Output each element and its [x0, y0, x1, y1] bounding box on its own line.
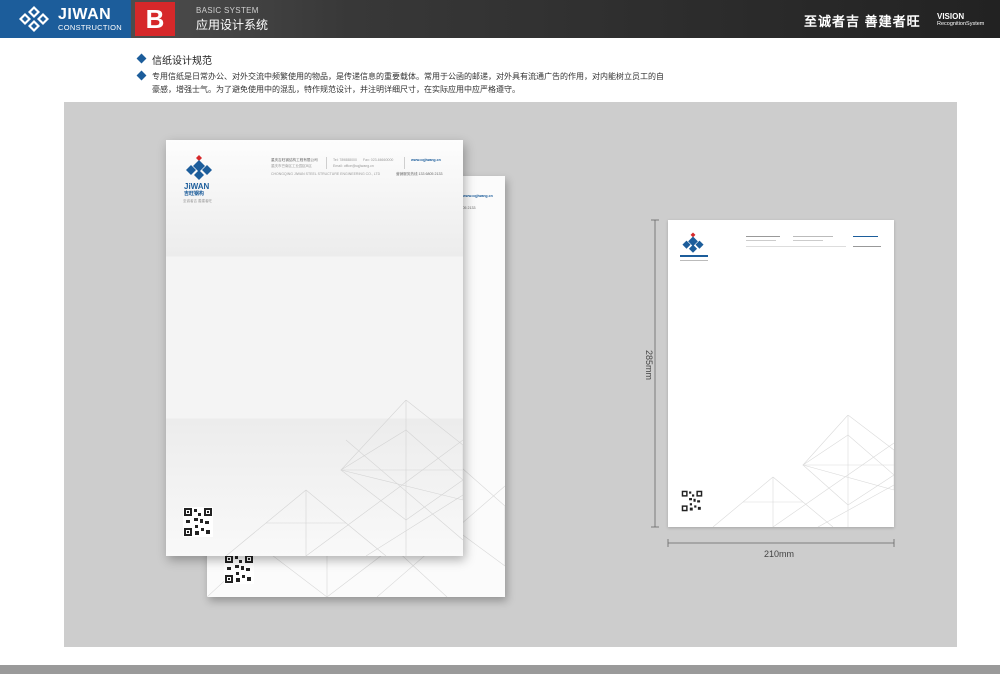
section-title-cn: 应用设计系统 [196, 18, 269, 32]
brand-logo-block: JIWAN CONSTRUCTION [0, 0, 131, 38]
height-dimension-label: 285mm [644, 349, 655, 381]
dimension-lines [651, 219, 895, 547]
vision-label: VISION [937, 12, 965, 21]
footer-bar [0, 665, 1000, 674]
diamond-bullet-icon [136, 53, 147, 64]
header-bar: JIWAN CONSTRUCTION B BASIC SYSTEM 应用设计系统… [0, 0, 1000, 38]
section-letter-badge: B [135, 2, 175, 36]
vision-sublabel: RecognitionSystem [937, 21, 985, 27]
page-title: 信纸设计规范 [152, 56, 212, 67]
diamond-bullet-icon [136, 70, 147, 81]
jiwan-logo-icon [19, 6, 49, 32]
brand-slogan: 至诚者吉 善建者旺 [804, 14, 921, 29]
showcase-panel: www.cqjiwang.cn 营销服务热线 133 6805 2133 [64, 102, 957, 647]
brand-name: JIWAN [58, 6, 112, 23]
section-title-en: BASIC SYSTEM [196, 6, 259, 15]
width-dimension-label: 210mm [764, 549, 795, 559]
brand-subtitle: CONSTRUCTION [58, 23, 123, 32]
description-line-1: 专用信纸是日常办公、对外交流中频繁使用的物品，是传递信息的重要载体。常用于公函的… [152, 72, 664, 81]
page: JIWAN CONSTRUCTION B BASIC SYSTEM 应用设计系统… [0, 0, 1000, 674]
description-line-2: 豪感，增强士气。为了避免使用中的混乱，特作规范设计，并注明详细尺寸，在实际应用中… [152, 85, 520, 94]
